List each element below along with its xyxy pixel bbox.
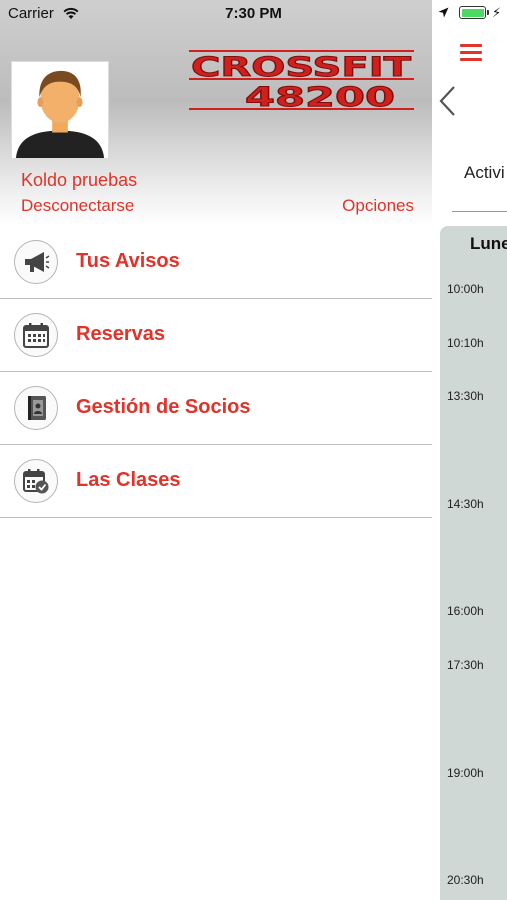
crossfit-logo: CROSSFIT 48200 [189,50,414,112]
drawer-menu: Tus Avisos Reservas Gestión de Socios La… [0,226,432,518]
day-header: Lune [470,234,507,253]
user-avatar-icon [12,62,108,158]
time-slot: 20:30h [447,873,484,887]
contact-book-icon [14,386,58,430]
user-name: Koldo pruebas [21,170,138,190]
menu-item-label: Reservas [76,323,165,345]
time-slot: 19:00h [447,766,484,780]
menu-item-reservas[interactable]: Reservas [0,299,432,372]
battery-tip [487,10,489,15]
divider [452,211,507,212]
side-drawer: CROSSFIT 48200 Koldo pruebas Desconectar… [0,0,432,900]
time-slot: 10:00h [447,282,484,296]
time-slot: 10:10h [447,336,484,350]
charging-bolt-icon: ⚡ [492,5,502,20]
megaphone-icon [14,240,58,284]
avatar[interactable] [11,61,109,159]
time-slot: 13:30h [447,389,484,403]
time-slot: 17:30h [447,658,484,672]
calendar-icon [14,313,58,357]
schedule-panel: Lune 10:00h 10:10h 13:30h 14:30h 16:00h … [440,226,507,900]
menu-item-label: Gestión de Socios [76,396,251,418]
activity-tab-label[interactable]: Activi [464,163,505,183]
calendar-check-icon [14,459,58,503]
options-link[interactable]: Opciones [342,196,414,216]
logo-line1: CROSSFIT [191,52,412,83]
back-chevron-icon[interactable] [438,85,456,117]
menu-item-gestion-de-socios[interactable]: Gestión de Socios [0,372,432,445]
status-bar: Carrier 7:30 PM ⚡ [0,0,507,28]
time-slot: 14:30h [447,497,484,511]
time-slot: 16:00h [447,604,484,618]
logo-line2: 48200 [245,82,395,112]
menu-item-tus-avisos[interactable]: Tus Avisos [0,226,432,299]
hamburger-menu-icon[interactable] [460,44,482,61]
menu-item-label: Tus Avisos [76,250,180,272]
menu-item-las-clases[interactable]: Las Clases [0,445,432,518]
main-content-panel: Activi Lune 10:00h 10:10h 13:30h 14:30h … [432,0,507,900]
logout-link[interactable]: Desconectarse [21,196,134,216]
menu-item-label: Las Clases [76,469,181,491]
clock: 7:30 PM [225,5,282,22]
battery-icon [459,6,486,19]
drawer-header: CROSSFIT 48200 Koldo pruebas Desconectar… [0,0,432,226]
location-arrow-icon [438,7,449,18]
